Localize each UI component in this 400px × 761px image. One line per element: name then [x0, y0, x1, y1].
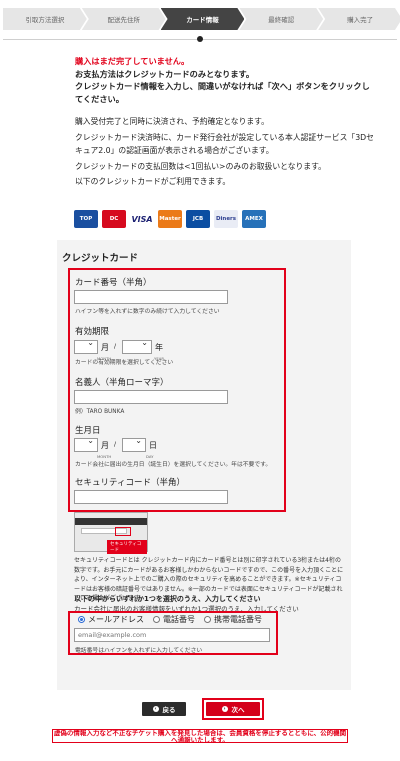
contact-hint: 電話番号はハイフンを入れずに入力してください: [75, 648, 203, 654]
progress-dot: [197, 36, 203, 42]
radio-email[interactable]: メールアドレス: [78, 614, 144, 625]
info-p3: クレジットカードの支払回数は<1回払い>のみのお取扱いとなります。: [75, 161, 326, 171]
radio-mobile-dot[interactable]: [204, 616, 211, 623]
step-card-info: カード情報: [161, 8, 245, 30]
card-number-label: カード番号（半角）: [75, 278, 152, 288]
fraud-warning: 虚偽の情報入力など不正なチケット購入を発見した場合は、会員資格を停止するとともに…: [52, 729, 348, 743]
cvv-highlight: [115, 527, 131, 536]
slash-separator: /: [114, 343, 117, 350]
info-p4: 以下のクレジットカードがご利用できます。: [75, 177, 231, 186]
month-unit: 月: [101, 343, 109, 352]
contact-type-radios: メールアドレス 電話番号 携帯電話番号: [78, 614, 262, 625]
notice-line2: クレジットカード情報を入力し、間違いがなければ「次へ」ボタンをクリックしてくださ…: [75, 81, 370, 104]
radio-email-dot[interactable]: [78, 616, 85, 623]
jcb-card-logo: JCB: [186, 210, 210, 228]
holder-name-input[interactable]: [74, 390, 228, 404]
panel-title: クレジットカード: [62, 253, 139, 264]
top-card-logo: TOP: [74, 210, 98, 228]
slash-separator: /: [114, 441, 117, 448]
birth-label: 生月日: [75, 426, 101, 436]
next-arrow-icon: ›: [221, 706, 228, 712]
next-button[interactable]: › 次へ: [206, 702, 260, 716]
radio-mobile[interactable]: 携帯電話番号: [204, 614, 262, 625]
cvv-illustration: セキュリティコード: [74, 512, 148, 554]
birth-hint: カード会社に届出の生月日（誕生日）を選択してください。年は不要です。: [75, 462, 272, 468]
holder-hint: 例）TARO BUNKA: [75, 409, 125, 415]
back-button[interactable]: ‹ 戻る: [142, 702, 186, 716]
year-unit: 年: [155, 343, 163, 352]
cvv-tag: セキュリティコード: [107, 540, 147, 554]
radio-phone-dot[interactable]: [153, 616, 160, 623]
birth-month-unit: 月: [101, 441, 109, 450]
cvv-label: セキュリティコード（半角）: [75, 478, 185, 488]
diners-card-logo: Diners: [214, 210, 238, 228]
card-number-input[interactable]: [74, 290, 228, 304]
notice-incomplete: 購入はまだ完了していません。: [75, 56, 190, 66]
expiry-month-select[interactable]: [74, 338, 98, 354]
step-complete: 購入完了: [318, 8, 400, 30]
step-address: 配送先住所: [82, 8, 166, 30]
mastercard-logo: Master: [158, 210, 182, 228]
purchase-notice: 購入はまだ完了していません。 お支払方法はクレジットカードのみとなります。 クレ…: [75, 55, 375, 105]
expiry-hint: カードの有効期限を選択してください: [75, 360, 174, 366]
card-number-hint: ハイフン等を入れずに数字のみ続けて入力してください: [75, 309, 220, 315]
back-arrow-icon: ‹: [152, 706, 159, 712]
step-confirm: 最終確認: [239, 8, 323, 30]
cvv-input[interactable]: [74, 490, 228, 504]
step-pickup: 引取方法選択: [3, 8, 87, 30]
info-p2: クレジットカード決済時に、カード発行会社が設定している本人認証サービス「3Dセキ…: [75, 132, 374, 156]
contact-input[interactable]: [74, 628, 270, 642]
expiry-year-select[interactable]: [122, 338, 152, 354]
dc-card-logo: DC: [102, 210, 126, 228]
radio-phone[interactable]: 電話番号: [153, 614, 195, 625]
holder-label: 名義人（半角ローマ字）: [75, 378, 169, 388]
birth-month-select[interactable]: [74, 436, 98, 452]
amex-card-logo: AMEX: [242, 210, 266, 228]
payment-info: 購入受付完了と同時に決済され、予約確定となります。 クレジットカード決済時に、カ…: [75, 115, 375, 191]
birth-day-select[interactable]: [122, 436, 146, 452]
day-unit: 日: [149, 441, 157, 450]
checkout-steps: 引取方法選択 配送先住所 カード情報 最終確認 購入完了: [3, 8, 397, 30]
expiry-label: 有効期限: [75, 327, 110, 337]
magnetic-strip: [75, 518, 147, 525]
info-p1: 購入受付完了と同時に決済され、予約確定となります。: [75, 117, 269, 126]
visa-card-logo: VISA: [130, 210, 154, 228]
card-logos: TOP DC VISA Master JCB Diners AMEX: [74, 210, 266, 228]
notice-line1: お支払方法はクレジットカードのみとなります。: [75, 68, 255, 79]
